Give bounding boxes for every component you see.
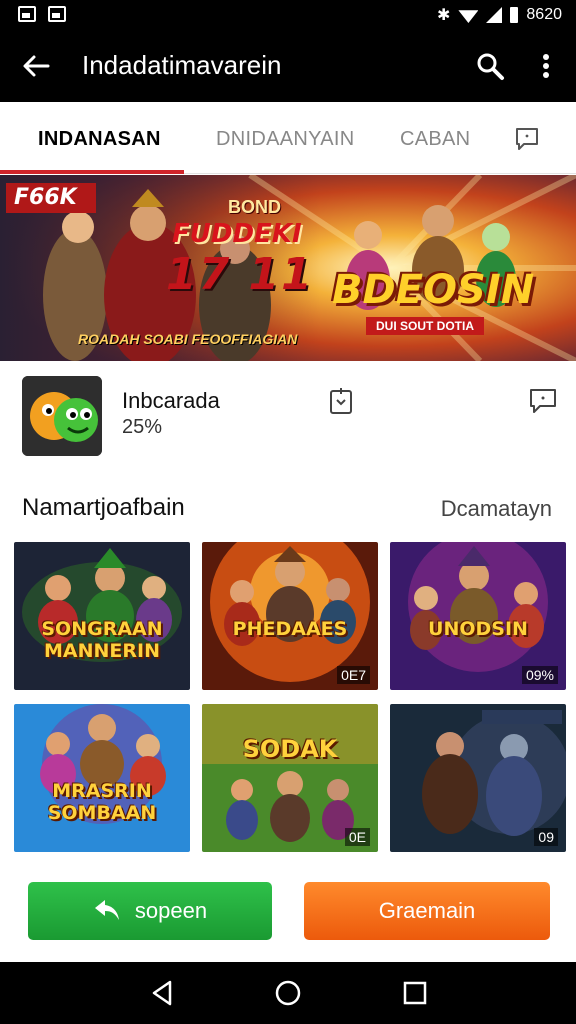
secondary-button-label: Graemain	[378, 898, 476, 923]
game-card-badge: 0E7	[337, 666, 370, 684]
nav-home-icon[interactable]	[273, 978, 303, 1008]
image-notification-icon	[18, 6, 36, 22]
tab-bar: INDANASAN DNIDAANYAIN CABAN	[0, 102, 576, 174]
game-card-title: UNODSIN	[428, 618, 528, 640]
more-vert-icon[interactable]	[536, 50, 556, 82]
game-card-art	[14, 704, 190, 852]
hero-headline-top: BOND	[228, 197, 281, 217]
hero-brand: BDEOSIN	[332, 267, 535, 313]
battery-icon	[510, 7, 519, 23]
system-icons: ✱ 8620	[437, 5, 562, 25]
app-rating-percent: 25%	[122, 416, 163, 438]
hero-brand-sub: DUI SOUT DOTIA	[366, 317, 484, 335]
game-card-badge: 09	[534, 828, 558, 846]
hero-corner-label: F66K	[14, 185, 77, 210]
bluetooth-icon: ✱	[437, 7, 451, 24]
game-card-title: SONGRAAN MANNERIN	[41, 618, 163, 662]
game-card[interactable]: 09	[390, 704, 566, 852]
active-tab-indicator	[0, 170, 184, 174]
game-card-art	[14, 542, 190, 690]
game-card[interactable]: PHEDAAES 0E7	[202, 542, 378, 690]
nav-back-icon[interactable]	[148, 978, 178, 1008]
game-card[interactable]: MRASRIN SOMBAAN	[14, 704, 190, 852]
game-card-badge: 0E	[344, 828, 370, 846]
tab-indanasan[interactable]: INDANASAN	[38, 128, 161, 151]
game-card-badge: 09%	[521, 666, 558, 684]
hero-headline-number: 17 11	[166, 249, 314, 300]
app-bar: Indadatimavarein	[0, 30, 576, 102]
game-card-title: PHEDAAES	[232, 618, 348, 640]
system-nav-bar	[0, 962, 576, 1024]
hero-banner[interactable]: F66K BOND FUDDEKI 17 11 BDEOSIN DUI SOUT…	[0, 175, 576, 361]
game-card-title: SODAK	[242, 735, 338, 763]
hero-caption: ROADAH SOABI FEOOFFIAGIAN	[78, 331, 298, 347]
secondary-button[interactable]: Graemain	[304, 882, 550, 940]
status-bar: ✱ 8620	[0, 0, 576, 30]
comment-icon[interactable]	[528, 386, 558, 416]
notification-icons	[18, 6, 66, 22]
game-card-title: MRASRIN SOMBAAN	[47, 780, 157, 824]
nav-recents-icon[interactable]	[400, 978, 430, 1008]
clock: 8620	[526, 6, 562, 23]
signal-icon	[486, 7, 503, 23]
open-button-label: sopeen	[134, 898, 208, 923]
search-icon[interactable]	[474, 50, 506, 82]
hero-headline: FUDDEKI	[172, 219, 302, 249]
tab-dnidaanyain[interactable]: DNIDAANYAIN	[216, 128, 355, 151]
game-card[interactable]: UNODSIN 09%	[390, 542, 566, 690]
app-info-row[interactable]: Inbcarada 25%	[0, 362, 576, 472]
tab-caban[interactable]: CABAN	[400, 128, 470, 151]
wifi-icon	[458, 10, 479, 23]
section-link[interactable]: Dcamatayn	[441, 496, 552, 522]
page-title: Indadatimavarein	[82, 50, 282, 80]
app-logo	[22, 376, 102, 456]
section-title: Namartjoafbain	[22, 494, 185, 521]
photo-notification-icon	[48, 6, 66, 22]
game-card[interactable]: SODAK 0E	[202, 704, 378, 852]
app-name: Inbcarada	[122, 388, 220, 413]
message-icon[interactable]	[514, 126, 540, 152]
open-button[interactable]: sopeen	[28, 882, 272, 940]
back-arrow-icon[interactable]	[20, 50, 52, 82]
bookmark-icon[interactable]	[326, 386, 356, 416]
share-arrow-icon	[94, 900, 119, 920]
game-card[interactable]: SONGRAAN MANNERIN	[14, 542, 190, 690]
